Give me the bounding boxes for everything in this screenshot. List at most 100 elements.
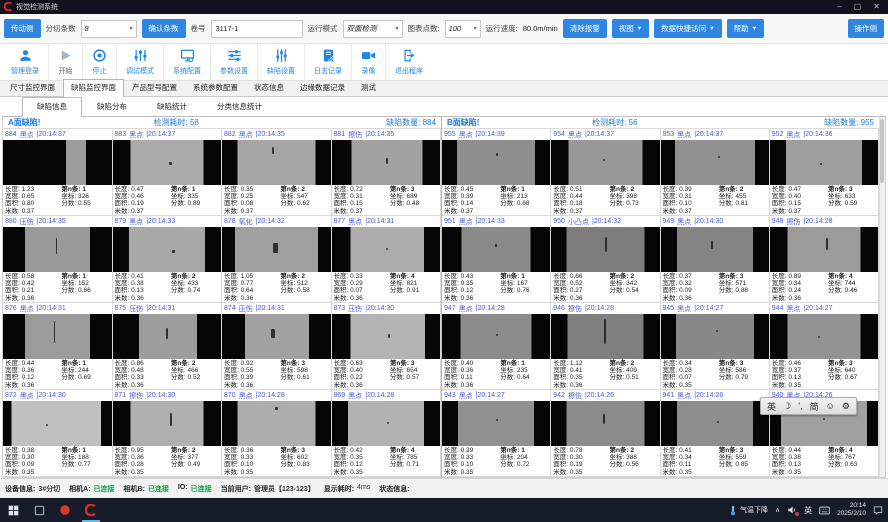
ime-punctuation-icon[interactable]: ’, <box>795 401 806 411</box>
defect-cell-874[interactable]: 874压伤|20:14:31长度: 0.92宽度: 0.55面积: 0.39米数… <box>222 303 332 390</box>
confirm-count-label: 确认条数 <box>149 23 179 34</box>
user-icon <box>18 48 33 65</box>
notification-center-icon[interactable] <box>873 505 883 515</box>
defect-cell-955[interactable]: 955黑点|20:14:39长度: 0.45宽度: 0.39面积: 0.14米数… <box>442 129 551 216</box>
help-menu-button[interactable]: 帮助▼ <box>727 19 764 38</box>
minimize-button[interactable]: – <box>837 0 841 14</box>
operator-side-button[interactable]: 操作侧 <box>848 19 885 38</box>
defect-cell-948[interactable]: 948擦伤|20:14:28长度: 0.89宽度: 0.34面积: 0.24米数… <box>770 216 879 303</box>
action-debug-button[interactable]: 调试模式 <box>117 44 164 80</box>
defect-grid-b: 955黑点|20:14:39长度: 0.45宽度: 0.39面积: 0.14米数… <box>442 129 879 477</box>
ime-indicator[interactable]: 英 <box>804 505 812 516</box>
status-segment: 当前用户:管理员【123-123】 <box>221 484 315 494</box>
defect-cell-883[interactable]: 883黑点|20:14:37长度: 0.47宽度: 0.46面积: 0.19米数… <box>113 129 223 216</box>
main-tab-0[interactable]: 尺寸监控界面 <box>2 79 63 96</box>
defect-id: 876 <box>5 305 17 312</box>
action-params-button[interactable]: 参数设置 <box>211 44 258 80</box>
confirm-count-button[interactable]: 确认条数 <box>142 19 186 38</box>
action-play-button[interactable]: 开始 <box>49 44 83 80</box>
ime-emoji-icon[interactable]: ☺ <box>823 401 838 411</box>
taskbar-app-icon-active[interactable] <box>78 498 104 522</box>
defect-cell-944[interactable]: 944黑点|20:14:27长度: 0.46宽度: 0.37面积: 0.13米数… <box>770 303 879 390</box>
main-tab-2[interactable]: 产品型号配置 <box>124 79 185 96</box>
scrollbar-thumb[interactable] <box>880 119 884 183</box>
defect-cell-882[interactable]: 882黑点|20:14:35长度: 0.35宽度: 0.25面积: 0.08米数… <box>222 129 332 216</box>
ime-settings-gear-icon[interactable]: ⚙ <box>839 401 853 412</box>
defect-cell-949[interactable]: 949黑点|20:14:30长度: 0.37宽度: 0.32面积: 0.09米数… <box>661 216 770 303</box>
sub-tab-2[interactable]: 缺陷统计 <box>142 97 202 116</box>
defect-cell-876[interactable]: 876黑点|20:14:31长度: 0.44宽度: 0.36面积: 0.12米数… <box>3 303 113 390</box>
taskbar-clock[interactable]: 20:14 2025/2/10 <box>837 502 866 518</box>
defect-cell-871[interactable]: 871擦伤|20:14:30长度: 0.95宽度: 0.36面积: 0.28米数… <box>113 390 223 477</box>
action-user-button[interactable]: 管理登录 <box>2 44 49 80</box>
sub-tab-1[interactable]: 缺陷分布 <box>82 97 142 116</box>
defect-cell-952[interactable]: 952黑点|20:14:36长度: 0.47宽度: 0.40面积: 0.15米数… <box>770 129 879 216</box>
vertical-scrollbar[interactable] <box>879 117 885 477</box>
action-label: 录像 <box>362 66 376 76</box>
detect-time-value: 58 <box>190 118 199 127</box>
defect-cell-869[interactable]: 869黑点|20:14:28长度: 0.42宽度: 0.35面积: 0.12米数… <box>332 390 442 477</box>
ime-language-bar[interactable]: 英☽’,简☺⚙ <box>760 397 857 415</box>
defect-cell-875[interactable]: 875压伤|20:14:31长度: 0.86宽度: 0.48面积: 0.33米数… <box>113 303 223 390</box>
main-tab-3[interactable]: 系统参数配置 <box>185 79 246 96</box>
run-mode-select[interactable]: 双面检测▾ <box>343 20 403 38</box>
tray-expand-caret[interactable]: ∧ <box>775 506 780 514</box>
defect-cell-884[interactable]: 884黑点|20:14:37长度: 1.23宽度: 0.65面积: 0.80米数… <box>3 129 113 216</box>
cell-info: 长度: 0.44宽度: 0.36面积: 0.12米数: 0.36第n条: 1坐标… <box>3 359 112 389</box>
chevron-down-icon: ▾ <box>395 25 398 32</box>
maximize-button[interactable]: ▢ <box>854 0 862 14</box>
action-exit-button[interactable]: 退出程序 <box>386 44 432 80</box>
defect-cell-872[interactable]: 872黑点|20:14:30长度: 0.38宽度: 0.30面积: 0.09米数… <box>3 390 113 477</box>
cell-info: 长度: 0.39宽度: 0.31面积: 0.10米数: 0.37第n条: 2坐标… <box>661 185 769 215</box>
defect-cell-942[interactable]: 942擦伤|20:14:26长度: 0.78宽度: 0.30面积: 0.19米数… <box>551 390 660 477</box>
chart-points-select[interactable]: 100▾ <box>445 20 481 38</box>
sub-tab-3[interactable]: 分类信息统计 <box>202 97 277 116</box>
main-tab-6[interactable]: 测试 <box>353 79 384 96</box>
defect-cell-870[interactable]: 870黑点|20:14:28长度: 0.36宽度: 0.33面积: 0.10米数… <box>222 390 332 477</box>
action-defect-button[interactable]: 缺陷设置 <box>258 44 305 80</box>
drive-side-button[interactable]: 传动侧 <box>4 19 41 38</box>
main-tab-4[interactable]: 状态信息 <box>246 79 292 96</box>
defect-cell-880[interactable]: 880压伤|20:14:35长度: 0.58宽度: 0.42面积: 0.21米数… <box>3 216 113 303</box>
weather-widget[interactable]: 气温下降 <box>729 505 768 516</box>
close-button[interactable]: ✕ <box>873 0 880 14</box>
ime-moon-icon[interactable]: ☽ <box>780 401 794 412</box>
defect-cell-941[interactable]: 941黑点|20:14:26长度: 0.41宽度: 0.34面积: 0.11米数… <box>661 390 770 477</box>
volume-icon[interactable] <box>787 505 797 515</box>
defect-cell-879[interactable]: 879黑点|20:14:33长度: 0.41宽度: 0.38面积: 0.13米数… <box>113 216 223 303</box>
task-view-button[interactable] <box>26 498 52 522</box>
status-segment: 状态信息: <box>379 484 412 494</box>
defect-cell-946[interactable]: 946擦伤|20:14:28长度: 1.12宽度: 0.41面积: 0.35米数… <box>551 303 660 390</box>
ime-lang-simplified[interactable]: 简 <box>807 400 822 413</box>
data-quick-access-menu-button[interactable]: 数据快捷访问▼ <box>654 19 721 38</box>
clear-alarm-button[interactable]: 清除报警 <box>563 19 607 38</box>
defect-cell-943[interactable]: 943黑点|20:14:27长度: 0.39宽度: 0.33面积: 0.10米数… <box>442 390 551 477</box>
defect-cell-873[interactable]: 873压伤|20:14:30长度: 0.63宽度: 0.40面积: 0.22米数… <box>332 303 442 390</box>
defect-cell-950[interactable]: 950小凸点|20:14:32长度: 0.66宽度: 0.52面积: 0.27米… <box>551 216 660 303</box>
touch-keyboard-icon[interactable] <box>819 506 830 515</box>
defect-cell-881[interactable]: 881擦伤|20:14:35长度: 0.72宽度: 0.31面积: 0.15米数… <box>332 129 442 216</box>
defect-cell-951[interactable]: 951黑点|20:14:33长度: 0.43宽度: 0.35面积: 0.12米数… <box>442 216 551 303</box>
defect-cell-954[interactable]: 954黑点|20:14:37长度: 0.51宽度: 0.44面积: 0.18米数… <box>551 129 660 216</box>
defect-cell-945[interactable]: 945黑点|20:14:27长度: 0.34宽度: 0.28面积: 0.07米数… <box>661 303 770 390</box>
start-button[interactable] <box>0 498 26 522</box>
defect-image <box>661 227 769 272</box>
main-tab-1[interactable]: 缺陷监控界面 <box>63 79 124 97</box>
action-camera-button[interactable]: 录像 <box>352 44 386 80</box>
defect-cell-878[interactable]: 878氧化|20:14:32长度: 1.05宽度: 0.77面积: 0.64米数… <box>222 216 332 303</box>
action-stop-button[interactable]: 停止 <box>83 44 117 80</box>
defect-cell-877[interactable]: 877黑点|20:14:31长度: 0.33宽度: 0.29面积: 0.07米数… <box>332 216 442 303</box>
main-tab-5[interactable]: 边缘数据记录 <box>292 79 353 96</box>
defect-type: 黑点 <box>786 130 800 140</box>
view-menu-button[interactable]: 视图▼ <box>612 19 649 38</box>
action-log-button[interactable]: 日志记录 <box>305 44 352 80</box>
sub-tab-0[interactable]: 缺陷信息 <box>22 97 82 117</box>
defect-cell-953[interactable]: 953黑点|20:14:37长度: 0.39宽度: 0.31面积: 0.10米数… <box>661 129 770 216</box>
slit-count-select[interactable]: 8▾ <box>81 20 137 38</box>
defect-cell-947[interactable]: 947黑点|20:14:28长度: 0.40宽度: 0.36面积: 0.11米数… <box>442 303 551 390</box>
roll-number-input[interactable]: 3117-1 <box>211 20 303 38</box>
ime-lang-en[interactable]: 英 <box>764 400 779 413</box>
defect-mark <box>716 330 718 332</box>
taskbar-app-icon-red[interactable] <box>52 498 78 522</box>
action-monitor-button[interactable]: 系统配置 <box>164 44 211 80</box>
